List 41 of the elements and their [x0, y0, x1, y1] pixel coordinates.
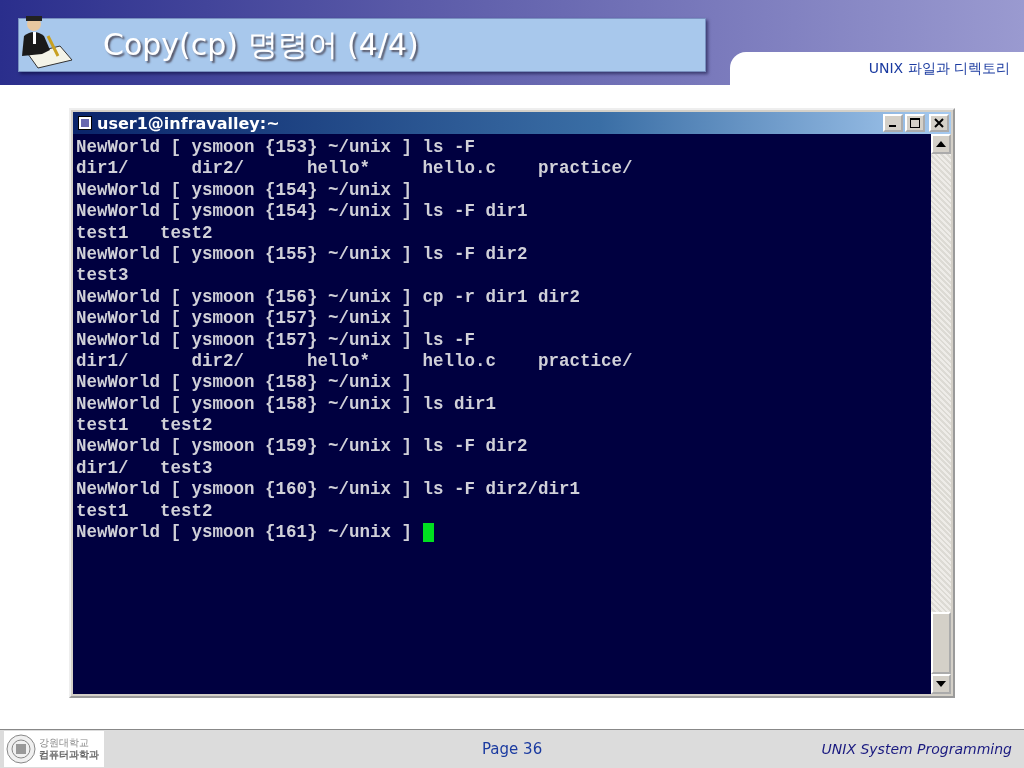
terminal-line: NewWorld [ ysmoon {153} ~/unix ] ls -F — [76, 137, 476, 159]
window-icon — [78, 116, 92, 130]
terminal-line: test1 test2 — [76, 222, 213, 244]
terminal-line: NewWorld [ ysmoon {156} ~/unix ] cp -r dir1 dir2 — [76, 286, 581, 309]
down-arrow-icon — [936, 681, 946, 687]
slide-title: Copy(cp) 명령어 (4/4) — [103, 25, 419, 64]
terminal-line: NewWorld [ ysmoon {159} ~/unix ] ls -F dir2 — [76, 436, 528, 458]
cursor-icon — [422, 523, 434, 543]
terminal-line: NewWorld [ ysmoon {157} ~/unix ] — [76, 308, 413, 330]
university-emblem-icon — [6, 734, 36, 764]
maximize-icon — [910, 118, 920, 128]
scroll-up-button[interactable] — [931, 134, 951, 154]
terminal-line: NewWorld [ ysmoon {157} ~/unix ] ls -F — [76, 329, 476, 351]
scrollbar[interactable] — [931, 134, 951, 694]
page-number: Page 36 — [482, 740, 543, 758]
terminal-line: NewWorld [ ysmoon {160} ~/unix ] ls -F dir2/dir1 — [76, 479, 581, 501]
terminal-line: NewWorld [ ysmoon {158} ~/unix ] ls dir1 — [76, 393, 497, 416]
terminal-line: NewWorld [ ysmoon {154} ~/unix ] — [76, 179, 413, 202]
terminal-line: NewWorld [ ysmoon {154} ~/unix ] ls -F dir1 — [76, 201, 528, 223]
university-name: 강원대학교 — [39, 737, 90, 749]
minimize-icon — [888, 125, 896, 127]
close-icon — [934, 118, 944, 128]
department-name: 컴퓨터과학과 — [39, 749, 99, 761]
terminal-line: NewWorld [ ysmoon {158} ~/unix ] — [76, 372, 413, 394]
terminal-line: test1 test2 — [76, 500, 213, 523]
terminal-line: NewWorld [ ysmoon {155} ~/unix ] ls -F dir2 — [76, 243, 528, 266]
terminal-line: dir1/ test3 — [76, 457, 213, 480]
up-arrow-icon — [936, 141, 946, 147]
scroll-down-button[interactable] — [931, 674, 951, 694]
close-button[interactable] — [929, 114, 949, 132]
terminal-line: dir1/ dir2/ hello* hello.c practice/ — [76, 350, 633, 373]
scroll-thumb[interactable] — [931, 612, 951, 674]
course-name: UNIX System Programming — [821, 741, 1012, 757]
section-title: UNIX 파일과 디렉토리 — [868, 59, 1010, 78]
terminal-line: dir1/ dir2/ hello* hello.c practice/ — [76, 158, 633, 180]
minimize-button[interactable] — [883, 114, 903, 132]
terminal-line: test3 — [76, 265, 129, 287]
terminal-line: NewWorld [ ysmoon {161} ~/unix ] — [76, 522, 414, 544]
window-title: user1@infravalley:~ — [97, 113, 280, 133]
terminal-line: test1 test2 — [76, 415, 213, 437]
maximize-button[interactable] — [905, 114, 925, 132]
